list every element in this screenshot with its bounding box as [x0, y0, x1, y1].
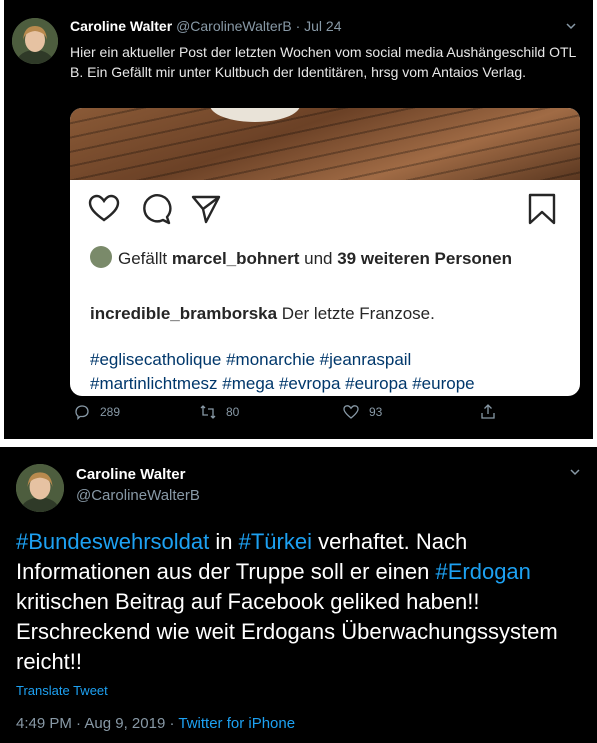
likes-mid: und — [299, 249, 338, 268]
bookmark-icon — [526, 193, 558, 225]
like-button[interactable]: 93 — [343, 404, 382, 420]
hashtag-link[interactable]: #Erdogan — [435, 559, 530, 584]
chevron-down-icon[interactable] — [566, 21, 576, 31]
tweet-card-2: Caroline Walter @CarolineWalterB #Bundes… — [0, 447, 597, 743]
tweet-time[interactable]: 4:49 PM — [16, 715, 72, 732]
avatar — [90, 246, 112, 268]
tweet-header: Caroline Walter @CarolineWalterB · Jul 2… — [70, 18, 342, 34]
like-count: 93 — [369, 405, 383, 419]
tweet-date[interactable]: Aug 9, 2019 — [84, 715, 165, 732]
tweet-actions: 289 80 93 — [70, 404, 570, 426]
comment-icon — [140, 193, 172, 225]
separator: · — [165, 715, 179, 732]
hashtags: #eglisecatholique #monarchie #jeanraspai… — [90, 348, 570, 396]
retweet-count: 80 — [226, 405, 240, 419]
separator: · — [71, 715, 85, 732]
tweet-meta: 4:49 PM · Aug 9, 2019 · Twitter for iPho… — [16, 715, 295, 732]
caption-text: Der letzte Franzose. — [277, 304, 435, 323]
instagram-screenshot[interactable]: Gefällt marcel_bohnert und 39 weiteren P… — [70, 108, 580, 396]
tweet-date[interactable]: Jul 24 — [304, 18, 341, 34]
retweet-button[interactable]: 80 — [200, 404, 239, 420]
retweet-icon — [200, 405, 216, 419]
avatar[interactable] — [12, 18, 58, 64]
likes-line: Gefällt marcel_bohnert und 39 weiteren P… — [90, 246, 560, 271]
instagram-actions — [88, 193, 568, 227]
heart-icon — [88, 193, 120, 225]
avatar[interactable] — [16, 464, 64, 512]
hashtag-link[interactable]: #Türkei — [239, 529, 312, 554]
translate-tweet-link[interactable]: Translate Tweet — [16, 683, 108, 698]
author-handle[interactable]: @CarolineWalterB — [176, 18, 292, 34]
reply-icon — [75, 405, 89, 420]
hashtags-line: #eglisecatholique #monarchie #jeanraspai… — [90, 350, 412, 369]
chevron-down-icon[interactable] — [570, 467, 580, 477]
share-button[interactable] — [480, 404, 506, 420]
reply-button[interactable]: 289 — [74, 404, 120, 420]
post-photo — [70, 108, 580, 180]
hashtag-link[interactable]: #Bundeswehrsoldat — [16, 529, 209, 554]
likes-prefix: Gefällt — [118, 249, 172, 268]
likes-user: marcel_bohnert — [171, 249, 300, 268]
author-name[interactable]: Caroline Walter — [70, 18, 172, 34]
send-icon — [190, 193, 222, 225]
author-name[interactable]: Caroline Walter — [76, 466, 185, 483]
caption: incredible_bramborska Der letzte Franzos… — [90, 302, 560, 326]
author-handle[interactable]: @CarolineWalterB — [76, 487, 200, 504]
hashtags-line: #martinlichtmesz #mega #evropa #europa #… — [90, 374, 475, 393]
likes-count: 39 weiteren Personen — [337, 249, 513, 268]
tweet-text: #Bundeswehrsoldat in #Türkei verhaftet. … — [16, 527, 586, 677]
caption-user: incredible_bramborska — [90, 304, 278, 323]
text-part: in — [209, 529, 239, 554]
tweet-text: Hier ein aktueller Post der letzten Woch… — [70, 44, 576, 80]
reply-count: 289 — [100, 405, 121, 419]
heart-icon — [343, 405, 359, 419]
share-icon — [481, 404, 495, 419]
tweet-card-1: Caroline Walter @CarolineWalterB · Jul 2… — [4, 0, 593, 439]
separator: · — [295, 18, 301, 34]
text-part: kritischen Beitrag auf Facebook geliked … — [16, 589, 558, 674]
source-link[interactable]: Twitter for iPhone — [178, 715, 295, 732]
